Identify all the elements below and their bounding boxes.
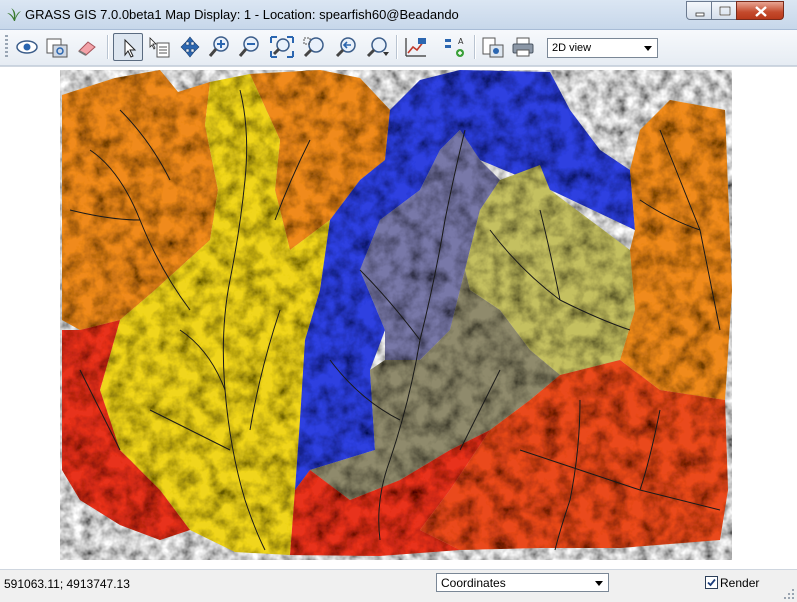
status-mode-value: Coordinates (441, 576, 506, 590)
chevron-down-icon (595, 581, 603, 586)
erase-display-icon (78, 41, 96, 56)
pointer-icon (124, 38, 137, 58)
svg-text:A: A (458, 37, 464, 46)
resize-grip-icon[interactable] (783, 588, 795, 600)
pan-button[interactable] (175, 33, 205, 61)
erase-display-button[interactable] (72, 33, 102, 61)
display-map-icon (16, 40, 38, 54)
view-mode-value: 2D view (552, 42, 592, 54)
status-mode-select[interactable]: Coordinates (436, 573, 609, 592)
analyze-button[interactable] (401, 33, 431, 61)
zoom-region-button[interactable] (299, 33, 329, 61)
save-image-button[interactable] (478, 33, 508, 61)
print-button[interactable] (508, 33, 538, 61)
zoom-extent-icon (270, 36, 294, 58)
pointer-button[interactable] (113, 33, 143, 61)
grass-app-icon (7, 8, 21, 21)
analyze-icon (405, 38, 426, 57)
query-icon (149, 37, 170, 58)
zoom-in-button[interactable] (205, 33, 235, 61)
toolbar-separator (396, 35, 398, 59)
close-button[interactable] (736, 1, 784, 20)
status-bar: 591063.11; 4913747.13 Coordinates Render (0, 569, 797, 602)
checkmark-icon (707, 578, 716, 587)
toolbar-separator (107, 35, 109, 59)
minimize-button[interactable] (686, 1, 712, 20)
overlay-button[interactable]: A (440, 33, 470, 61)
pan-icon (180, 36, 200, 58)
zoom-region-icon (303, 37, 324, 58)
maximize-button[interactable] (711, 1, 737, 20)
map-toolbar: A 2D view (0, 30, 797, 66)
zoom-back-icon (335, 37, 356, 58)
view-mode-select[interactable]: 2D view (547, 38, 658, 58)
title-bar: GRASS GIS 7.0.0beta1 Map Display: 1 - Lo… (0, 0, 797, 30)
save-image-icon (482, 37, 504, 58)
zoom-out-button[interactable] (235, 33, 265, 61)
render-checkbox[interactable] (705, 576, 718, 589)
display-map-button[interactable] (12, 33, 42, 61)
minimize-icon (695, 12, 705, 17)
watershed-map[interactable] (60, 70, 732, 560)
query-button[interactable] (145, 33, 175, 61)
zoom-out-icon (238, 36, 259, 57)
maximize-icon (719, 6, 731, 16)
basin-orange-east (620, 100, 732, 400)
window-title: GRASS GIS 7.0.0beta1 Map Display: 1 - Lo… (25, 7, 459, 22)
render-map-button[interactable] (42, 33, 72, 61)
render-label: Render (720, 576, 760, 590)
close-icon (755, 6, 767, 17)
chevron-down-icon (644, 46, 652, 51)
overlay-icon: A (445, 37, 464, 57)
zoom-back-button[interactable] (331, 33, 361, 61)
render-map-icon (46, 38, 68, 58)
map-display-area[interactable] (0, 66, 797, 569)
zoom-menu-icon (366, 37, 389, 58)
toolbar-grip[interactable] (5, 35, 8, 59)
zoom-menu-button[interactable] (363, 33, 393, 61)
zoom-extent-button[interactable] (267, 33, 297, 61)
print-icon (512, 37, 534, 57)
zoom-in-icon (208, 36, 229, 57)
toolbar-separator (474, 35, 476, 59)
coordinates-readout: 591063.11; 4913747.13 (4, 577, 130, 591)
